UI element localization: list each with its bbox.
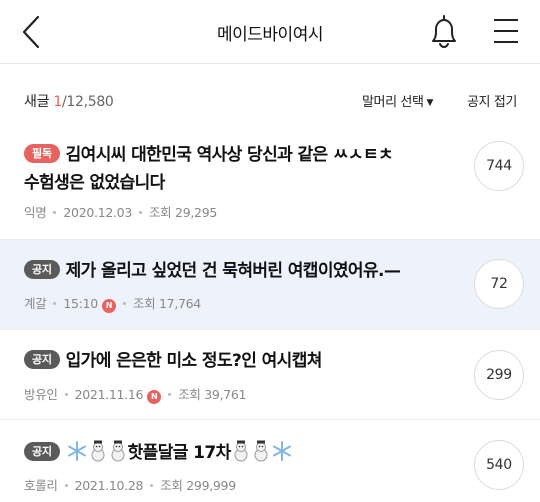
post-views: 조회 299,999 (160, 478, 236, 493)
post-author: 호롤리 (24, 478, 58, 493)
new-post-label: 새글 (24, 94, 50, 110)
post-author: 익명 (24, 205, 47, 220)
post-title[interactable]: 공지 제가 올리고 싶었던 건 묵혀버린 여캡이였어유.— (24, 257, 450, 285)
post-views: 조회 39,761 (178, 387, 247, 402)
meta-separator (150, 484, 154, 487)
caret-down-icon: ▼ (426, 98, 434, 108)
category-filter-label: 말머리 선택 (362, 95, 424, 110)
new-post-count: 새글 1/12,580 (24, 91, 114, 111)
menu-button[interactable] (492, 16, 520, 46)
notice-badge: 공지 (24, 260, 60, 279)
comment-count[interactable]: 744 (474, 141, 524, 191)
post-title-text: 핫플달글 17차 (127, 443, 232, 463)
meta-separator (64, 393, 68, 396)
post-title[interactable]: 공지 핫플달글 17차 (24, 439, 450, 471)
snowman-icon (251, 440, 271, 471)
snowflake-icon (66, 440, 88, 471)
post-title-text: 입가에 은은한 미소 정도?인 여시캡쳐 (65, 351, 323, 371)
post-date: 2021.11.16 (74, 387, 144, 402)
meta-separator (53, 302, 57, 305)
post-title-line2: 수험생은 없었습니다 (24, 173, 165, 193)
notice-badge: 공지 (24, 350, 60, 369)
post-title-text: 제가 올리고 싶었던 건 묵혀버린 여캡이였어유.— (65, 261, 401, 281)
notice-badge: 공지 (24, 442, 60, 461)
app-header: 메이드바이여시 (0, 0, 540, 64)
fold-notices-button[interactable]: 공지 접기 (467, 91, 517, 110)
post-title-line1: 김여시씨 대한민국 역사상 당신과 같은 ㅆㅅㅌㅊ (65, 145, 394, 165)
new-badge-icon: N (147, 390, 162, 404)
post-meta: 계갈 15:10 N 조회 17,764 (24, 293, 201, 313)
post-meta: 익명 2020.12.03 조회 29,295 (24, 202, 217, 221)
post-meta: 방유인 2021.11.16 N 조회 39,761 (24, 384, 247, 404)
post-date: 2020.12.03 (63, 205, 132, 220)
must-read-badge: 필독 (24, 144, 60, 163)
comment-count[interactable]: 540 (474, 440, 524, 490)
category-filter-dropdown[interactable]: 말머리 선택 ▼ (362, 91, 433, 110)
post-item[interactable]: 공지 입가에 은은한 미소 정도?인 여시캡쳐 방유인 2021.11.16 N 조회 … (0, 330, 540, 420)
post-author: 방유인 (24, 387, 58, 402)
post-date: 2021.10.28 (74, 478, 144, 493)
comment-count[interactable]: 299 (474, 350, 524, 400)
post-item[interactable]: 필독 김여시씨 대한민국 역사상 당신과 같은 ㅆㅅㅌㅊ 수험생은 없었습니다 익… (0, 126, 540, 240)
notification-button[interactable] (426, 12, 462, 50)
post-views: 조회 17,764 (132, 296, 201, 311)
meta-separator (168, 393, 172, 396)
new-post-current: 1 (53, 94, 62, 110)
snowman-icon (231, 440, 251, 471)
snowflake-icon (271, 440, 293, 471)
meta-separator (138, 211, 142, 214)
snowman-icon (88, 440, 108, 471)
post-views: 조회 29,295 (148, 205, 217, 220)
comment-count[interactable]: 72 (474, 259, 524, 309)
meta-separator (53, 211, 57, 214)
list-toolbar: 새글 1/12,580 말머리 선택 ▼ 공지 접기 (0, 64, 540, 126)
meta-separator (122, 302, 126, 305)
hamburger-menu-icon (494, 19, 518, 43)
new-post-total: /12,580 (61, 94, 114, 110)
post-date: 15:10 (63, 296, 98, 311)
snowman-icon (108, 440, 128, 471)
bell-icon (432, 15, 456, 49)
post-item[interactable]: 공지 핫플달글 17차 호롤리 2021.10.28 조회 299,999 540 (0, 420, 540, 502)
post-author: 계갈 (24, 296, 47, 311)
post-item[interactable]: 공지 제가 올리고 싶었던 건 묵혀버린 여캡이였어유.— 계갈 15:10 N 조회 … (0, 240, 540, 330)
post-meta: 호롤리 2021.10.28 조회 299,999 (24, 475, 236, 494)
new-badge-icon: N (101, 299, 116, 313)
meta-separator (64, 484, 68, 487)
post-title[interactable]: 필독 김여시씨 대한민국 역사상 당신과 같은 ㅆㅅㅌㅊ 수험생은 없었습니다 (24, 141, 450, 197)
post-title[interactable]: 공지 입가에 은은한 미소 정도?인 여시캡쳐 (24, 347, 450, 375)
